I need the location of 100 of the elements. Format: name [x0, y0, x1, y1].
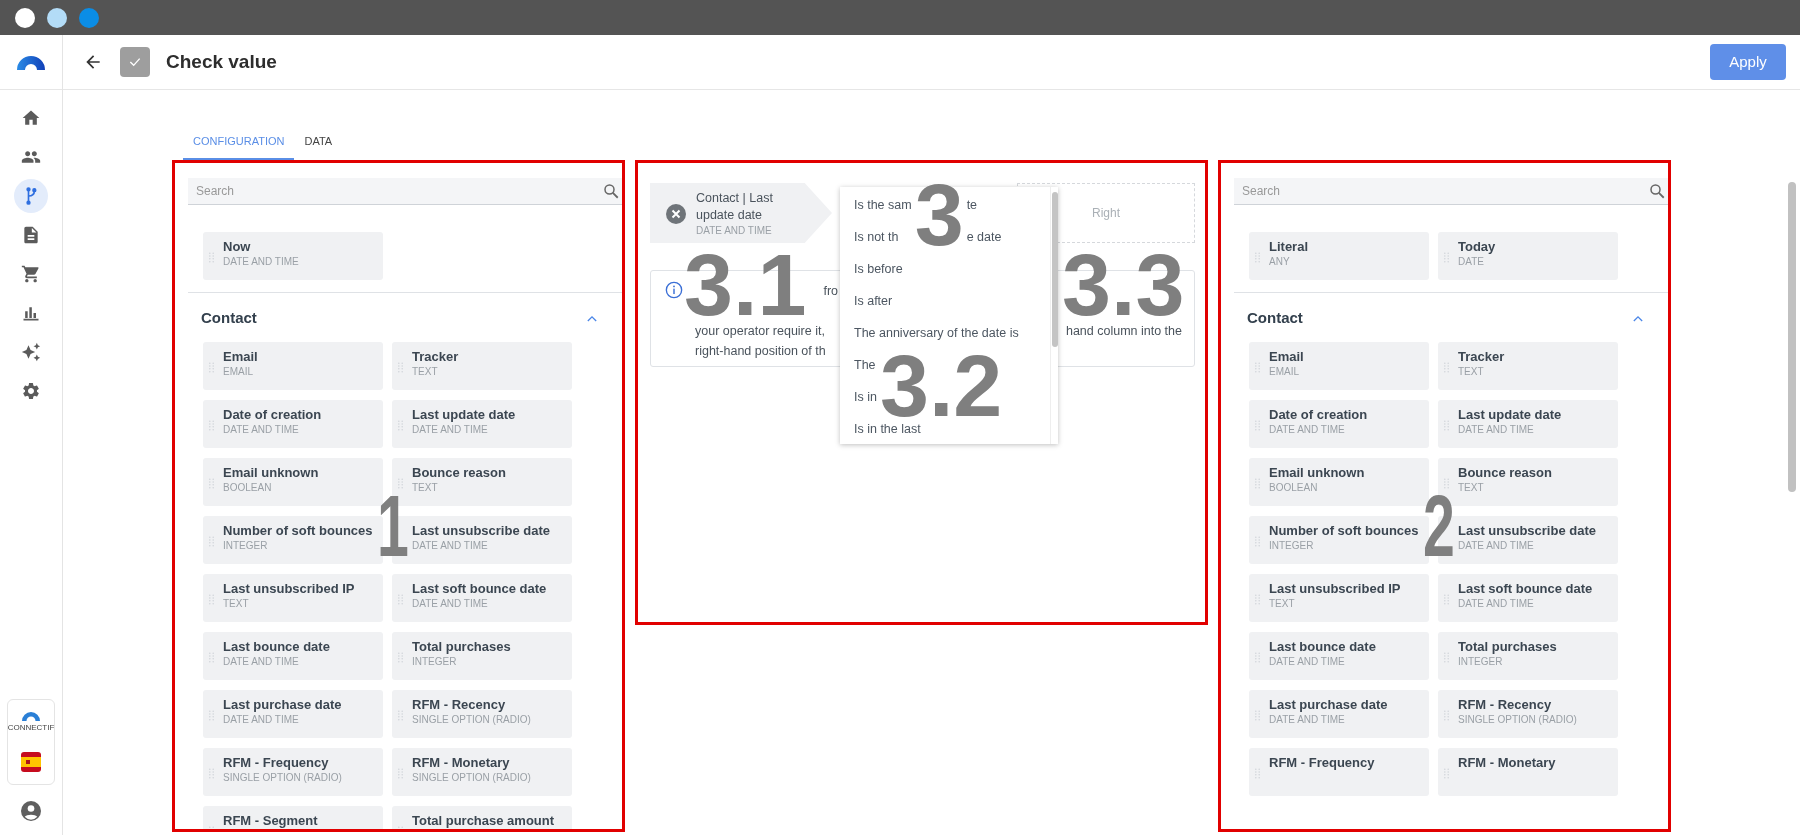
field-name: Last unsubscribe date — [412, 522, 550, 539]
drag-handle-icon — [1255, 477, 1260, 489]
field-name: Last unsubscribed IP — [223, 580, 355, 597]
field-name: Date of creation — [223, 406, 322, 423]
field-name: Last update date — [412, 406, 516, 423]
page-title: Check value — [166, 49, 277, 74]
field-card[interactable]: Date of creation DATE AND TIME — [203, 399, 383, 448]
chevron-icon[interactable] — [1633, 314, 1643, 322]
field-name: Date of creation — [1269, 406, 1368, 423]
field-type: TEXT — [223, 596, 250, 611]
dropdown-option[interactable]: The — [854, 355, 876, 375]
drag-handle-icon — [1255, 709, 1260, 721]
field-name: Last update date — [1458, 406, 1562, 423]
sidebar-button[interactable] — [14, 179, 48, 213]
dropdown-option[interactable]: Is in the last — [854, 419, 921, 439]
field-name: Last bounce date — [1269, 638, 1376, 655]
field-name: Bounce reason — [412, 464, 506, 481]
dropdown-option[interactable]: Is before — [854, 259, 903, 279]
field-card[interactable]: Tracker TEXT — [392, 341, 572, 390]
scrollbar[interactable] — [1788, 182, 1796, 492]
remove-button[interactable] — [666, 204, 686, 224]
field-card[interactable]: Today DATE — [1438, 232, 1618, 280]
field-card[interactable]: RFM - Segment — [203, 805, 383, 829]
field-card[interactable]: Last unsubscribed IP TEXT — [1249, 573, 1429, 622]
field-type: DATE AND TIME — [1458, 422, 1535, 437]
field-card[interactable]: Last bounce date DATE AND TIME — [203, 631, 383, 680]
field-type: EMAIL — [223, 364, 254, 379]
field-name: Tracker — [1458, 348, 1505, 365]
field-card[interactable]: Last update date DATE AND TIME — [392, 399, 572, 448]
field-card[interactable]: Date of creation DATE AND TIME — [1249, 399, 1429, 448]
field-card[interactable]: Last bounce date DATE AND TIME — [1249, 631, 1429, 680]
field-card[interactable]: RFM - Frequency SINGLE OPTION (RADIO) — [203, 747, 383, 796]
window-control-dot[interactable] — [47, 7, 67, 28]
field-card[interactable]: Total purchase amount — [392, 805, 572, 829]
dropdown-option[interactable]: Is the sam — [854, 195, 912, 215]
field-name: Last purchase date — [1269, 696, 1388, 713]
field-name: RFM - Recency — [412, 696, 507, 713]
drag-handle-icon — [1444, 709, 1449, 721]
user-avatar-icon[interactable] — [21, 801, 41, 821]
field-type: SINGLE OPTION (RADIO) — [412, 770, 531, 785]
field-card[interactable]: Last purchase date DATE AND TIME — [203, 689, 383, 738]
field-card[interactable]: RFM - Monetary SINGLE OPTION (RADIO) — [392, 747, 572, 796]
field-name: RFM - Frequency — [223, 754, 330, 771]
drag-handle-icon — [209, 361, 214, 373]
annotation-number: 3 — [914, 182, 964, 246]
field-type: TEXT — [1269, 596, 1296, 611]
field-type: TEXT — [412, 364, 439, 379]
info-text: your operator require it, — [695, 323, 826, 340]
field-card[interactable]: Total purchases INTEGER — [1438, 631, 1618, 680]
field-card[interactable]: RFM - Monetary — [1438, 747, 1618, 796]
chevron-icon[interactable] — [587, 314, 597, 322]
operand-name: Contact | Last update date — [696, 190, 774, 224]
dropdown-option[interactable]: The anniversary of the date is — [854, 323, 1019, 343]
window-control-dot[interactable] — [79, 7, 99, 28]
field-card[interactable]: Tracker TEXT — [1438, 341, 1618, 390]
field-type: DATE AND TIME — [1269, 654, 1346, 669]
dropdown-option[interactable]: te — [966, 195, 978, 215]
field-card[interactable]: Last unsubscribed IP TEXT — [203, 573, 383, 622]
search-field[interactable]: Search — [1234, 178, 1668, 205]
field-card[interactable]: RFM - Frequency — [1249, 747, 1429, 796]
drag-handle-icon — [398, 477, 403, 489]
field-card[interactable]: Now DATE AND TIME — [203, 232, 383, 280]
operand-chip[interactable]: Contact | Last update date DATE AND TIME — [650, 183, 832, 243]
drag-handle-icon — [1444, 419, 1449, 431]
dropdown-option[interactable]: e date — [966, 227, 1002, 247]
scrollbar-thumb[interactable] — [1052, 192, 1058, 347]
tab[interactable]: DATA — [294, 132, 343, 160]
field-name: Total purchases — [1458, 638, 1557, 655]
field-card[interactable]: Last update date DATE AND TIME — [1438, 399, 1618, 448]
dropdown-option[interactable]: Is in — [854, 387, 877, 407]
dropdown-option[interactable]: Is not th — [854, 227, 899, 247]
field-type: INTEGER — [223, 538, 269, 553]
field-card[interactable]: RFM - Recency SINGLE OPTION (RADIO) — [392, 689, 572, 738]
window-control-dot[interactable] — [15, 7, 35, 28]
drag-handle-icon — [209, 767, 214, 779]
cart-icon — [21, 264, 41, 284]
field-card[interactable]: Last soft bounce date DATE AND TIME — [392, 573, 572, 622]
operand-type: DATE AND TIME — [696, 224, 773, 238]
field-card[interactable]: Last purchase date DATE AND TIME — [1249, 689, 1429, 738]
field-card[interactable]: Literal ANY — [1249, 232, 1429, 280]
field-name: Last bounce date — [223, 638, 330, 655]
field-name: Email unknown — [223, 464, 319, 481]
drag-handle-icon — [398, 361, 403, 373]
dropdown-option[interactable]: Is after — [854, 291, 893, 311]
field-name: RFM - Monetary — [412, 754, 511, 771]
info-icon — [665, 281, 683, 299]
field-type: DATE AND TIME — [412, 422, 489, 437]
field-card[interactable]: Email EMAIL — [203, 341, 383, 390]
field-name: Last soft bounce date — [412, 580, 547, 597]
field-type: DATE AND TIME — [1458, 596, 1535, 611]
field-card[interactable]: Total purchases INTEGER — [392, 631, 572, 680]
field-card[interactable]: Last soft bounce date DATE AND TIME — [1438, 573, 1618, 622]
field-card[interactable]: Email EMAIL — [1249, 341, 1429, 390]
annotation-number: 3.3 — [1062, 253, 1185, 317]
field-name: Literal — [1269, 239, 1308, 255]
field-type: DATE AND TIME — [1269, 422, 1346, 437]
field-card[interactable]: RFM - Recency SINGLE OPTION (RADIO) — [1438, 689, 1618, 738]
search-field[interactable]: Search — [188, 178, 622, 205]
field-type: SINGLE OPTION (RADIO) — [223, 770, 342, 785]
field-name: Now — [223, 239, 252, 255]
